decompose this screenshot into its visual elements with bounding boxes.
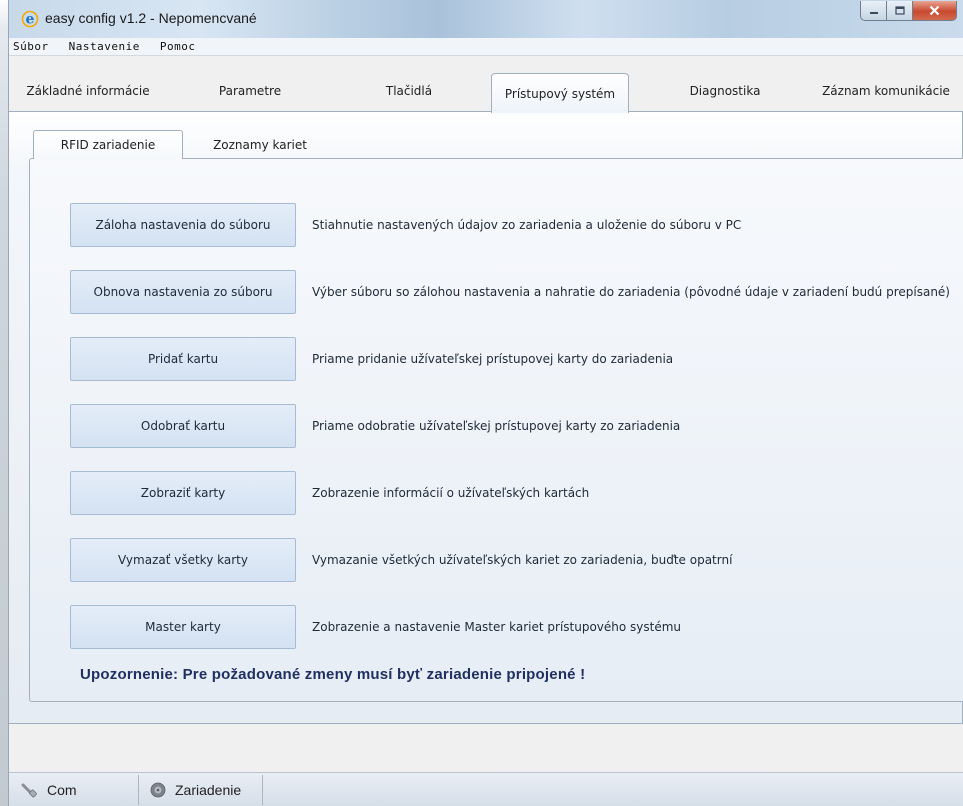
remove-card-button[interactable]: Odobrať kartu [70,404,296,448]
menu-pomoc[interactable]: Pomoc [160,40,196,53]
app-window: e easy config v1.2 - Nepomencvané Súbor … [9,0,963,806]
delete-all-cards-button[interactable]: Vymazať všetky karty [70,538,296,582]
master-cards-button[interactable]: Master karty [70,605,296,649]
close-button[interactable] [913,1,957,21]
restore-settings-button[interactable]: Obnova nastavenia zo súboru [70,270,296,314]
tab-zakladne-informacie[interactable]: Základné informácie [13,70,163,112]
sub-tab-strip: RFID zariadenie Zoznamy kariet [29,128,949,159]
action-description: Priame pridanie užívateľskej prístupovej… [312,352,674,366]
svg-text:e: e [26,12,35,28]
rfid-panel: Záloha nastavenia do súboru Stiahnutie n… [29,158,963,702]
action-row: Záloha nastavenia do súboru Stiahnutie n… [70,203,950,247]
show-cards-button[interactable]: Zobraziť karty [70,471,296,515]
device-disc-icon [149,781,167,799]
desktop-edge [0,0,9,806]
ie-e-icon: e [21,10,39,28]
menu-nastavenie[interactable]: Nastavenie [69,40,140,53]
action-description: Vymazanie všetkých užívateľských kariet … [312,553,733,567]
status-device: Zariadenie [145,775,263,805]
status-bar: Com Zariadenie [9,772,963,806]
tab-content-panel: RFID zariadenie Zoznamy kariet Záloha na… [9,112,963,724]
maximize-button[interactable] [887,1,913,21]
minimize-button[interactable] [860,1,887,21]
action-row: Vymazať všetky karty Vymazanie všetkých … [70,538,950,582]
close-icon [929,5,940,16]
action-row: Zobraziť karty Zobrazenie informácií o u… [70,471,950,515]
action-description: Stiahnutie nastavených údajov zo zariade… [312,218,742,232]
title-bar[interactable]: e easy config v1.2 - Nepomencvané [9,0,963,38]
tab-parametre[interactable]: Parametre [185,70,315,112]
minimize-icon [869,11,878,14]
action-row: Odobrať kartu Priame odobratie užívateľs… [70,404,950,448]
add-card-button[interactable]: Pridať kartu [70,337,296,381]
menu-subor[interactable]: Súbor [13,40,49,53]
tab-zaznam-komunikacie[interactable]: Záznam komunikácie [813,70,959,112]
main-tab-strip: Základné informácie Parametre Tlačidlá P… [9,70,963,113]
connection-warning: Upozornenie: Pre požadované zmeny musí b… [80,666,586,683]
tab-tlacidla[interactable]: Tlačidlá [349,70,469,112]
menu-bar: Súbor Nastavenie Pomoc [9,38,963,56]
action-row: Pridať kartu Priame pridanie užívateľske… [70,337,950,381]
action-description: Výber súboru so zálohou nastavenia a nah… [312,285,950,299]
status-com-label: Com [47,782,77,798]
action-description: Priame odobratie užívateľskej prístupove… [312,419,681,433]
tab-diagnostika[interactable]: Diagnostika [665,70,785,112]
status-com: Com [15,775,139,805]
action-description: Zobrazenie informácií o užívateľských ka… [312,486,590,500]
tab-pristupovy-system[interactable]: Prístupový systém [491,73,629,113]
action-row: Obnova nastavenia zo súboru Výber súboru… [70,270,950,314]
backup-settings-button[interactable]: Záloha nastavenia do súboru [70,203,296,247]
cable-plug-icon [21,781,39,799]
maximize-icon [894,5,905,15]
tab-rfid-zariadenie[interactable]: RFID zariadenie [33,130,183,159]
tab-zoznamy-kariet[interactable]: Zoznamy kariet [199,132,321,158]
action-row: Master karty Zobrazenie a nastavenie Mas… [70,605,950,649]
action-description: Zobrazenie a nastavenie Master kariet pr… [312,620,682,634]
status-device-label: Zariadenie [175,782,242,798]
window-title: easy config v1.2 - Nepomencvané [45,10,257,26]
window-controls [860,1,957,21]
